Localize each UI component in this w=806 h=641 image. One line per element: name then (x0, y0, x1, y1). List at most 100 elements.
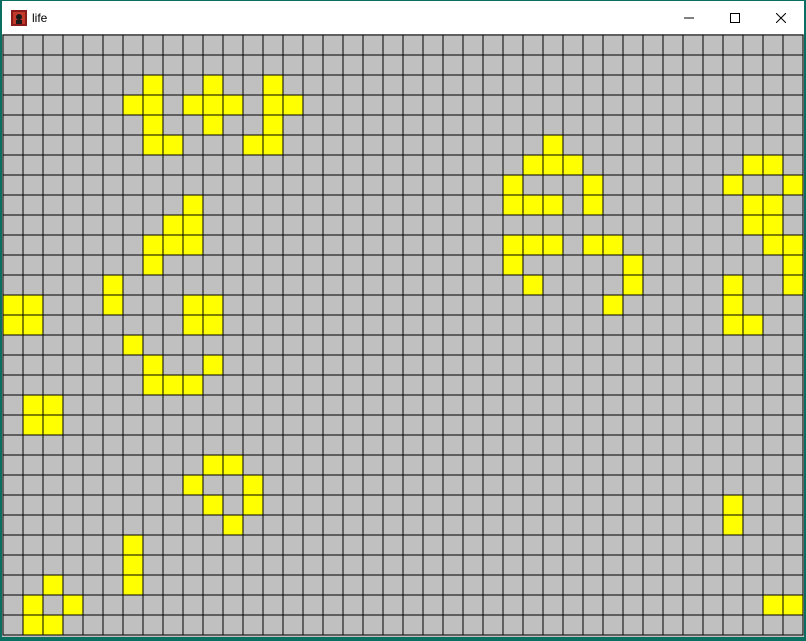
cell-dead[interactable] (722, 434, 744, 456)
cell-dead[interactable] (462, 434, 484, 456)
cell-dead[interactable] (662, 74, 684, 96)
cell-dead[interactable] (362, 614, 384, 636)
cell-dead[interactable] (282, 394, 304, 416)
cell-dead[interactable] (542, 34, 564, 56)
cell-dead[interactable] (662, 574, 684, 596)
cell-dead[interactable] (122, 294, 144, 316)
cell-alive[interactable] (202, 114, 224, 136)
cell-dead[interactable] (682, 274, 704, 296)
cell-dead[interactable] (22, 434, 44, 456)
cell-dead[interactable] (242, 174, 264, 196)
cell-dead[interactable] (222, 534, 244, 556)
cell-alive[interactable] (742, 154, 764, 176)
cell-alive[interactable] (42, 394, 64, 416)
cell-dead[interactable] (282, 154, 304, 176)
cell-dead[interactable] (122, 494, 144, 516)
cell-dead[interactable] (782, 534, 804, 556)
cell-dead[interactable] (362, 394, 384, 416)
cell-dead[interactable] (622, 134, 644, 156)
cell-dead[interactable] (62, 454, 84, 476)
cell-dead[interactable] (582, 134, 604, 156)
cell-dead[interactable] (342, 334, 364, 356)
cell-dead[interactable] (302, 254, 324, 276)
cell-dead[interactable] (242, 434, 264, 456)
cell-dead[interactable] (422, 374, 444, 396)
cell-dead[interactable] (202, 594, 224, 616)
cell-dead[interactable] (202, 614, 224, 636)
cell-dead[interactable] (662, 374, 684, 396)
cell-dead[interactable] (222, 294, 244, 316)
cell-dead[interactable] (302, 134, 324, 156)
cell-dead[interactable] (262, 154, 284, 176)
cell-dead[interactable] (462, 134, 484, 156)
cell-dead[interactable] (22, 374, 44, 396)
cell-dead[interactable] (402, 54, 424, 76)
cell-dead[interactable] (682, 114, 704, 136)
cell-dead[interactable] (422, 114, 444, 136)
cell-dead[interactable] (402, 614, 424, 636)
cell-dead[interactable] (482, 574, 504, 596)
cell-dead[interactable] (62, 54, 84, 76)
cell-dead[interactable] (542, 494, 564, 516)
cell-dead[interactable] (142, 294, 164, 316)
cell-dead[interactable] (422, 434, 444, 456)
cell-dead[interactable] (462, 394, 484, 416)
cell-dead[interactable] (722, 614, 744, 636)
cell-alive[interactable] (162, 134, 184, 156)
cell-dead[interactable] (242, 234, 264, 256)
cell-dead[interactable] (82, 514, 104, 536)
cell-dead[interactable] (122, 614, 144, 636)
cell-dead[interactable] (562, 134, 584, 156)
cell-dead[interactable] (62, 174, 84, 196)
cell-dead[interactable] (542, 454, 564, 476)
cell-alive[interactable] (22, 614, 44, 636)
cell-dead[interactable] (82, 214, 104, 236)
cell-dead[interactable] (42, 354, 64, 376)
cell-dead[interactable] (2, 234, 24, 256)
cell-dead[interactable] (62, 34, 84, 56)
cell-dead[interactable] (122, 54, 144, 76)
cell-dead[interactable] (422, 254, 444, 276)
cell-dead[interactable] (482, 314, 504, 336)
cell-dead[interactable] (182, 354, 204, 376)
cell-dead[interactable] (62, 434, 84, 456)
cell-dead[interactable] (402, 234, 424, 256)
cell-dead[interactable] (202, 574, 224, 596)
cell-dead[interactable] (742, 134, 764, 156)
cell-dead[interactable] (602, 54, 624, 76)
cell-dead[interactable] (362, 274, 384, 296)
cell-dead[interactable] (562, 74, 584, 96)
cell-dead[interactable] (22, 474, 44, 496)
cell-dead[interactable] (662, 454, 684, 476)
cell-dead[interactable] (782, 74, 804, 96)
cell-dead[interactable] (322, 114, 344, 136)
cell-dead[interactable] (622, 154, 644, 176)
cell-alive[interactable] (262, 94, 284, 116)
cell-dead[interactable] (502, 414, 524, 436)
cell-dead[interactable] (502, 534, 524, 556)
cell-dead[interactable] (202, 274, 224, 296)
cell-dead[interactable] (602, 394, 624, 416)
cell-dead[interactable] (102, 254, 124, 276)
cell-dead[interactable] (262, 394, 284, 416)
cell-dead[interactable] (142, 214, 164, 236)
cell-dead[interactable] (522, 214, 544, 236)
cell-dead[interactable] (82, 154, 104, 176)
cell-dead[interactable] (302, 614, 324, 636)
cell-dead[interactable] (142, 434, 164, 456)
cell-dead[interactable] (102, 314, 124, 336)
cell-dead[interactable] (462, 54, 484, 76)
cell-dead[interactable] (322, 514, 344, 536)
cell-dead[interactable] (782, 394, 804, 416)
cell-dead[interactable] (342, 94, 364, 116)
cell-dead[interactable] (62, 74, 84, 96)
cell-dead[interactable] (482, 494, 504, 516)
cell-dead[interactable] (142, 414, 164, 436)
cell-dead[interactable] (302, 414, 324, 436)
cell-dead[interactable] (562, 34, 584, 56)
cell-dead[interactable] (562, 394, 584, 416)
cell-dead[interactable] (202, 134, 224, 156)
cell-dead[interactable] (722, 414, 744, 436)
cell-dead[interactable] (362, 374, 384, 396)
cell-dead[interactable] (222, 554, 244, 576)
